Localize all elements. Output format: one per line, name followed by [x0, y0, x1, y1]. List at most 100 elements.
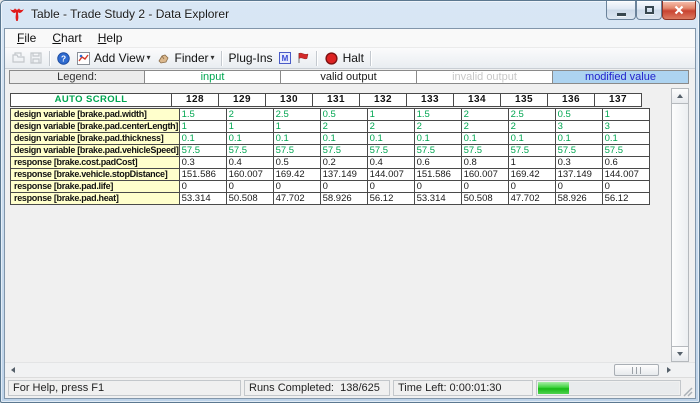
row-label[interactable]: design variable [brake.pad.centerLength]: [11, 121, 180, 133]
table-cell[interactable]: 2: [226, 109, 273, 121]
scroll-left-button[interactable]: [5, 363, 21, 377]
table-cell[interactable]: 0.3: [555, 157, 602, 169]
table-cell[interactable]: 2: [508, 121, 555, 133]
table-cell[interactable]: 57.5: [461, 145, 508, 157]
column-header[interactable]: 134: [454, 94, 501, 107]
finder-button[interactable]: Finder ▾: [153, 50, 217, 66]
vertical-scrollbar[interactable]: [671, 88, 689, 362]
table-cell[interactable]: 3: [555, 121, 602, 133]
scroll-up-button[interactable]: [671, 88, 689, 104]
table-cell[interactable]: 137.149: [555, 169, 602, 181]
table-cell[interactable]: 0: [367, 181, 414, 193]
auto-scroll-header[interactable]: AUTO SCROLL: [11, 94, 172, 107]
table-cell[interactable]: 58.926: [555, 193, 602, 205]
table-cell[interactable]: 0.1: [414, 133, 461, 145]
table-cell[interactable]: 2: [461, 109, 508, 121]
menu-chart[interactable]: Chart: [44, 30, 89, 47]
table-cell[interactable]: 144.007: [367, 169, 414, 181]
table-cell[interactable]: 53.314: [179, 193, 226, 205]
table-cell[interactable]: 0.1: [179, 133, 226, 145]
plugin-flag-icon[interactable]: [296, 51, 310, 65]
table-cell[interactable]: 1: [226, 121, 273, 133]
table-cell[interactable]: 1.5: [414, 109, 461, 121]
table-cell[interactable]: 0.1: [602, 133, 649, 145]
table-cell[interactable]: 160.007: [461, 169, 508, 181]
table-cell[interactable]: 0: [226, 181, 273, 193]
table-cell[interactable]: 0: [508, 181, 555, 193]
table-cell[interactable]: 0: [179, 181, 226, 193]
table-cell[interactable]: 57.5: [508, 145, 555, 157]
table-cell[interactable]: 56.12: [602, 193, 649, 205]
table-cell[interactable]: 53.314: [414, 193, 461, 205]
table-cell[interactable]: 1: [508, 157, 555, 169]
row-label[interactable]: response [brake.cost.padCost]: [11, 157, 180, 169]
table-cell[interactable]: 0: [320, 181, 367, 193]
vertical-scroll-thumb[interactable]: [671, 104, 689, 346]
row-label[interactable]: design variable [brake.pad.thickness]: [11, 133, 180, 145]
menu-help[interactable]: Help: [90, 30, 131, 47]
table-cell[interactable]: 0: [602, 181, 649, 193]
row-label[interactable]: response [brake.pad.heat]: [11, 193, 180, 205]
table-cell[interactable]: 0.6: [414, 157, 461, 169]
table-cell[interactable]: 2: [367, 121, 414, 133]
table-cell[interactable]: 57.5: [179, 145, 226, 157]
column-header[interactable]: 137: [595, 94, 642, 107]
column-header[interactable]: 129: [219, 94, 266, 107]
resize-grip[interactable]: [684, 380, 692, 396]
table-cell[interactable]: 169.42: [508, 169, 555, 181]
help-icon[interactable]: ?: [56, 51, 70, 65]
table-cell[interactable]: 2.5: [273, 109, 320, 121]
table-cell[interactable]: 0: [555, 181, 602, 193]
table-cell[interactable]: 57.5: [320, 145, 367, 157]
add-view-button[interactable]: Add View ▾: [72, 50, 153, 66]
table-cell[interactable]: 1: [367, 109, 414, 121]
column-header[interactable]: 132: [360, 94, 407, 107]
table-cell[interactable]: 57.5: [414, 145, 461, 157]
column-header[interactable]: 135: [501, 94, 548, 107]
horizontal-scroll-track[interactable]: [21, 363, 661, 377]
table-cell[interactable]: 50.508: [226, 193, 273, 205]
table-cell[interactable]: 2: [414, 121, 461, 133]
horizontal-scrollbar[interactable]: [5, 362, 695, 377]
table-cell[interactable]: 144.007: [602, 169, 649, 181]
row-label[interactable]: design variable [brake.pad.vehicleSpeed]: [11, 145, 180, 157]
table-cell[interactable]: 0.6: [602, 157, 649, 169]
menu-file[interactable]: File: [9, 30, 44, 47]
table-cell[interactable]: 0.1: [508, 133, 555, 145]
table-cell[interactable]: 0.2: [320, 157, 367, 169]
maximize-button[interactable]: [636, 1, 662, 20]
row-label[interactable]: design variable [brake.pad.width]: [11, 109, 180, 121]
table-cell[interactable]: 0.3: [179, 157, 226, 169]
column-header[interactable]: 136: [548, 94, 595, 107]
table-cell[interactable]: 0.5: [555, 109, 602, 121]
table-cell[interactable]: 151.586: [179, 169, 226, 181]
column-header[interactable]: 131: [313, 94, 360, 107]
table-cell[interactable]: 0.8: [461, 157, 508, 169]
table-cell[interactable]: 0.1: [273, 133, 320, 145]
table-cell[interactable]: 1.5: [179, 109, 226, 121]
table-cell[interactable]: 0: [273, 181, 320, 193]
row-label[interactable]: response [brake.vehicle.stopDistance]: [11, 169, 180, 181]
table-cell[interactable]: 1: [602, 109, 649, 121]
table-cell[interactable]: 0.5: [320, 109, 367, 121]
table-cell[interactable]: 0.5: [273, 157, 320, 169]
column-header[interactable]: 130: [266, 94, 313, 107]
table-cell[interactable]: 0.1: [226, 133, 273, 145]
table-cell[interactable]: 160.007: [226, 169, 273, 181]
scroll-down-button[interactable]: [671, 346, 689, 362]
table-cell[interactable]: 0.1: [555, 133, 602, 145]
table-cell[interactable]: 0.1: [367, 133, 414, 145]
row-label[interactable]: response [brake.pad.life]: [11, 181, 180, 193]
table-cell[interactable]: 50.508: [461, 193, 508, 205]
table-cell[interactable]: 2.5: [508, 109, 555, 121]
table-cell[interactable]: 56.12: [367, 193, 414, 205]
table-cell[interactable]: 47.702: [273, 193, 320, 205]
table-cell[interactable]: 0.4: [367, 157, 414, 169]
table-cell[interactable]: 47.702: [508, 193, 555, 205]
table-cell[interactable]: 0: [414, 181, 461, 193]
table-cell[interactable]: 2: [461, 121, 508, 133]
halt-button[interactable]: Halt: [321, 50, 366, 66]
table-cell[interactable]: 1: [273, 121, 320, 133]
table-cell[interactable]: 151.586: [414, 169, 461, 181]
table-cell[interactable]: 57.5: [367, 145, 414, 157]
